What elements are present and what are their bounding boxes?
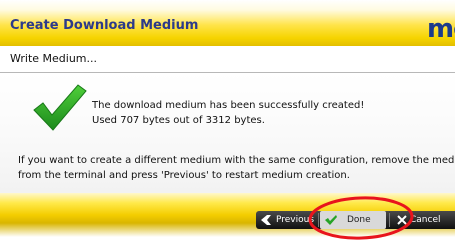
brand-logo: me xyxy=(427,14,455,44)
status-line-1: The download medium has been successfull… xyxy=(92,100,365,111)
step-title: Write Medium... xyxy=(10,52,98,65)
dialog-window: Create Download Medium me Write Medium..… xyxy=(0,0,455,240)
content-area: The download medium has been successfull… xyxy=(0,73,455,193)
window-title: Create Download Medium xyxy=(10,18,199,33)
step-header: Write Medium... xyxy=(0,46,455,73)
instructions-text: If you want to create a different medium… xyxy=(18,153,455,183)
instructions-line-1: If you want to create a different medium… xyxy=(18,155,455,166)
highlight-circle xyxy=(308,196,414,240)
title-bar: Create Download Medium me xyxy=(0,0,455,46)
status-message: The download medium has been successfull… xyxy=(92,98,364,128)
back-arrow-icon xyxy=(261,215,271,225)
checkmark-icon xyxy=(33,84,87,131)
status-line-2: Used 707 bytes out of 3312 bytes. xyxy=(92,115,265,126)
